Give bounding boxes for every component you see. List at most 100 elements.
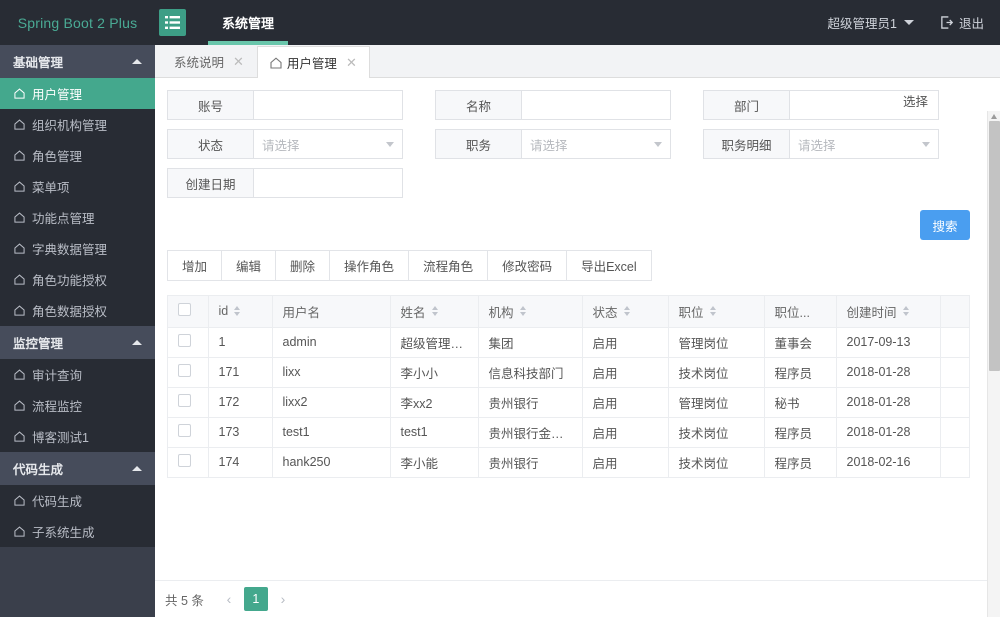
topnav-item-system-management[interactable]: 系统管理 [208, 0, 289, 45]
sort-icon[interactable] [623, 306, 630, 317]
cell-spacer [940, 417, 969, 448]
sidebar-item-function-point-management[interactable]: 功能点管理 [0, 202, 155, 233]
search-input-name[interactable] [530, 91, 662, 119]
th-org[interactable]: 机构 [478, 296, 583, 328]
user-table-wrapper: id 用户名 姓名 机构 状态 职位 职位... 创建时间 1 admin 超级… [167, 295, 970, 478]
field-job[interactable]: 职务 请选择 [435, 129, 671, 159]
row-checkbox[interactable] [178, 334, 191, 347]
search-input-create-date[interactable] [262, 169, 394, 197]
sidebar-item-menu-items[interactable]: 菜单项 [0, 171, 155, 202]
sidebar-item-label: 字典数据管理 [32, 243, 108, 257]
search-input-account[interactable] [262, 91, 394, 119]
pagination-page-1[interactable]: 1 [243, 587, 268, 611]
sidebar-group-monitor-management[interactable]: 监控管理 [0, 326, 155, 359]
logout-button[interactable]: 退出 [940, 13, 984, 32]
cell-username: lixx [272, 357, 391, 388]
sidebar-item-label: 审计查询 [32, 369, 83, 383]
th-spacer [940, 296, 969, 328]
sidebar-item-role-function-auth[interactable]: 角色功能授权 [0, 264, 155, 295]
operate-role-button[interactable]: 操作角色 [329, 250, 409, 281]
row-checkbox-cell [168, 327, 209, 358]
vertical-scrollbar[interactable] [987, 111, 1000, 617]
cell-org: 贵州银行金… [478, 417, 583, 448]
row-checkbox[interactable] [178, 454, 191, 467]
th-create-time[interactable]: 创建时间 [836, 296, 941, 328]
sidebar-item-dictionary-management[interactable]: 字典数据管理 [0, 233, 155, 264]
cell-name: 李小小 [390, 357, 479, 388]
sort-icon[interactable] [234, 306, 241, 317]
cell-id: 171 [208, 357, 273, 388]
sidebar-item-role-data-auth[interactable]: 角色数据授权 [0, 295, 155, 326]
field-control[interactable]: 请选择 [522, 130, 670, 158]
sort-icon[interactable] [519, 306, 526, 317]
sidebar-item-org-management[interactable]: 组织机构管理 [0, 109, 155, 140]
cell-post: 技术岗位 [668, 417, 765, 448]
top-header-bar: Spring Boot 2 Plus 系统管理 超级管理员1 退出 [0, 0, 1000, 45]
process-role-button[interactable]: 流程角色 [408, 250, 488, 281]
th-id[interactable]: id [208, 296, 273, 328]
search-button[interactable]: 搜索 [920, 210, 970, 240]
sidebar-item-audit-query[interactable]: 审计查询 [0, 359, 155, 390]
table-row[interactable]: 1 admin 超级管理员1 集团 启用 管理岗位 董事会 2017-09-13 [168, 327, 969, 358]
sidebar-item-code-generation[interactable]: 代码生成 [0, 485, 155, 516]
field-control [254, 169, 402, 197]
cell-status: 启用 [582, 357, 669, 388]
sort-icon[interactable] [431, 306, 438, 317]
home-icon [14, 88, 25, 99]
tab-user-management[interactable]: 用户管理 ✕ [256, 46, 370, 78]
sidebar-item-user-management[interactable]: 用户管理 [0, 78, 155, 109]
table-row[interactable]: 171 lixx 李小小 信息科技部门 启用 技术岗位 程序员 2018-01-… [168, 357, 969, 388]
edit-button[interactable]: 编辑 [221, 250, 276, 281]
field-control[interactable]: 请选择 [790, 130, 938, 158]
cell-status: 启用 [582, 447, 669, 478]
field-label: 账号 [168, 91, 254, 119]
department-pick-link[interactable]: 选择 [903, 91, 928, 110]
close-icon[interactable]: ✕ [233, 55, 244, 68]
sidebar-sublist-codegen: 代码生成 子系统生成 [0, 485, 155, 547]
select-all-checkbox[interactable] [178, 303, 191, 317]
export-excel-button[interactable]: 导出Excel [566, 250, 652, 281]
row-checkbox[interactable] [178, 394, 191, 407]
cell-name: 超级管理员1 [390, 327, 479, 358]
select-value-job-detail: 请选择 [798, 138, 836, 153]
chevron-down-icon [386, 141, 394, 147]
row-checkbox[interactable] [178, 364, 191, 377]
change-password-button[interactable]: 修改密码 [487, 250, 567, 281]
sidebar-group-basic-management[interactable]: 基础管理 [0, 45, 155, 78]
field-job-detail[interactable]: 职务明细 请选择 [703, 129, 939, 159]
sort-icon[interactable] [709, 306, 716, 317]
th-label: 姓名 [400, 305, 426, 320]
scroll-up-arrow-icon[interactable] [991, 114, 997, 119]
table-row[interactable]: 174 hank250 李小能 贵州银行 启用 技术岗位 程序员 2018-02… [168, 447, 969, 478]
field-control [522, 91, 670, 119]
sidebar-group-code-generation[interactable]: 代码生成 [0, 452, 155, 485]
list-menu-icon[interactable] [159, 9, 186, 36]
delete-button[interactable]: 删除 [275, 250, 330, 281]
user-menu[interactable]: 超级管理员1 [828, 13, 914, 32]
search-button-row: 搜索 [163, 198, 992, 250]
sidebar-group-label: 监控管理 [13, 337, 64, 351]
cell-post: 管理岗位 [668, 387, 765, 418]
sort-icon[interactable] [902, 306, 909, 317]
tab-system-description[interactable]: 系统说明 ✕ [161, 45, 257, 77]
sidebar-sublist-monitor: 审计查询 流程监控 博客测试1 [0, 359, 155, 452]
chevron-down-icon [903, 20, 914, 25]
row-checkbox[interactable] [178, 424, 191, 437]
field-status[interactable]: 状态 请选择 [167, 129, 403, 159]
table-row[interactable]: 172 lixx2 李xx2 贵州银行 启用 管理岗位 秘书 2018-01-2… [168, 387, 969, 418]
th-post[interactable]: 职位 [668, 296, 765, 328]
sidebar-item-process-monitor[interactable]: 流程监控 [0, 390, 155, 421]
chevron-right-icon[interactable]: › [272, 588, 294, 610]
add-button[interactable]: 增加 [167, 250, 222, 281]
sidebar-item-blog-test-1[interactable]: 博客测试1 [0, 421, 155, 452]
th-name[interactable]: 姓名 [390, 296, 479, 328]
chevron-left-icon[interactable]: ‹ [218, 588, 240, 610]
scrollbar-thumb[interactable] [989, 121, 1000, 371]
sidebar-item-subsystem-generation[interactable]: 子系统生成 [0, 516, 155, 547]
close-icon[interactable]: ✕ [346, 56, 357, 69]
sidebar-item-role-management[interactable]: 角色管理 [0, 140, 155, 171]
brand-logo: Spring Boot 2 Plus [17, 14, 138, 31]
th-status[interactable]: 状态 [582, 296, 669, 328]
field-control[interactable]: 请选择 [254, 130, 402, 158]
table-row[interactable]: 173 test1 test1 贵州银行金… 启用 技术岗位 程序员 2018-… [168, 417, 969, 448]
